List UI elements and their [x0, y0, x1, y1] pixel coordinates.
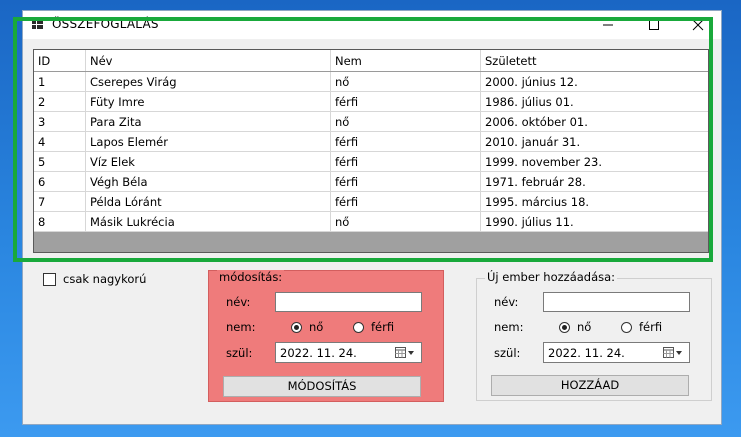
- cell-name[interactable]: Másik Lukrécia: [85, 211, 331, 232]
- cell-name[interactable]: Végh Béla: [85, 171, 331, 192]
- add-gender-label: nem:: [494, 320, 524, 334]
- cell-name[interactable]: Lapos Elemér: [85, 131, 331, 152]
- calendar-icon[interactable]: [663, 347, 683, 359]
- people-table: ID Név Nem Született 1 Cserepes Virág nő…: [34, 50, 708, 232]
- column-header-name[interactable]: Név: [85, 50, 331, 72]
- add-name-input[interactable]: [543, 292, 690, 312]
- cell-id[interactable]: 2: [34, 91, 86, 112]
- table-row[interactable]: 3 Para Zita nő 2006. október 01.: [34, 111, 708, 132]
- cell-born[interactable]: 1999. november 23.: [480, 151, 708, 172]
- cell-id[interactable]: 4: [34, 131, 86, 152]
- add-gender-female-label[interactable]: nő: [577, 320, 591, 334]
- adult-filter-label[interactable]: csak nagykorú: [63, 272, 146, 286]
- cell-gender[interactable]: férfi: [330, 131, 481, 152]
- edit-gender-female-label[interactable]: nő: [309, 320, 323, 334]
- cell-gender[interactable]: nő: [330, 71, 481, 92]
- cell-gender[interactable]: férfi: [330, 151, 481, 172]
- cell-born[interactable]: 2010. január 31.: [480, 131, 708, 152]
- add-birth-label: szül:: [494, 346, 521, 360]
- cell-id[interactable]: 6: [34, 171, 86, 192]
- cell-name[interactable]: Füty Imre: [85, 91, 331, 112]
- cell-id[interactable]: 5: [34, 151, 86, 172]
- cell-name[interactable]: Víz Elek: [85, 151, 331, 172]
- cell-gender[interactable]: férfi: [330, 91, 481, 112]
- window-title: ÖSSZEFOGLALÁS: [52, 17, 159, 31]
- minimize-button[interactable]: [585, 11, 631, 39]
- checkbox-box[interactable]: [43, 273, 56, 286]
- cell-born[interactable]: 2000. június 12.: [480, 71, 708, 92]
- edit-gender-label: nem:: [226, 320, 256, 334]
- table-row[interactable]: 8 Másik Lukrécia nő 1990. július 11.: [34, 211, 708, 232]
- cell-born[interactable]: 1986. július 01.: [480, 91, 708, 112]
- add-gender-male-radio[interactable]: [621, 322, 632, 333]
- edit-birth-datepicker[interactable]: 2022. 11. 24.: [275, 342, 422, 363]
- maximize-button[interactable]: [631, 11, 677, 39]
- add-button[interactable]: HOZZÁAD: [491, 375, 689, 396]
- add-person-panel: Új ember hozzáadása: név: nem: nő férfi …: [476, 270, 712, 401]
- cell-gender[interactable]: férfi: [330, 171, 481, 192]
- table-row[interactable]: 4 Lapos Elemér férfi 2010. január 31.: [34, 131, 708, 152]
- cell-id[interactable]: 1: [34, 71, 86, 92]
- edit-gender-female-radio[interactable]: [291, 322, 302, 333]
- close-icon: [692, 19, 704, 31]
- people-grid[interactable]: ID Név Nem Született 1 Cserepes Virág nő…: [33, 49, 709, 253]
- close-button[interactable]: [675, 11, 721, 39]
- table-header-row: ID Név Nem Született: [34, 50, 708, 72]
- edit-name-label: név:: [226, 295, 251, 309]
- cell-gender[interactable]: nő: [330, 211, 481, 232]
- cell-id[interactable]: 3: [34, 111, 86, 132]
- cell-name[interactable]: Példa Lóránt: [85, 191, 331, 212]
- column-header-id[interactable]: ID: [34, 50, 86, 72]
- add-birth-value: 2022. 11. 24.: [548, 346, 625, 360]
- add-gender-female-radio[interactable]: [559, 322, 570, 333]
- app-window: ÖSSZEFOGLALÁS ID Név Nem Született 1 Cse…: [22, 10, 722, 425]
- cell-gender[interactable]: nő: [330, 111, 481, 132]
- title-bar[interactable]: ÖSSZEFOGLALÁS: [23, 11, 721, 39]
- cell-born[interactable]: 1971. február 28.: [480, 171, 708, 192]
- cell-id[interactable]: 8: [34, 211, 86, 232]
- cell-id[interactable]: 7: [34, 191, 86, 212]
- edit-gender-male-label[interactable]: férfi: [371, 320, 394, 334]
- edit-panel-legend: módosítás:: [217, 270, 285, 284]
- column-header-born[interactable]: Született: [480, 50, 708, 72]
- cell-name[interactable]: Cserepes Virág: [85, 71, 331, 92]
- edit-gender-male-radio[interactable]: [353, 322, 364, 333]
- edit-name-input[interactable]: [275, 292, 422, 312]
- add-birth-datepicker[interactable]: 2022. 11. 24.: [543, 342, 690, 363]
- calendar-icon[interactable]: [395, 347, 415, 359]
- app-icon: [32, 20, 43, 29]
- table-row[interactable]: 1 Cserepes Virág nő 2000. június 12.: [34, 71, 708, 92]
- edit-panel: módosítás: név: nem: nő férfi szül: 2022…: [208, 270, 444, 402]
- cell-born[interactable]: 2006. október 01.: [480, 111, 708, 132]
- add-panel-legend: Új ember hozzáadása:: [485, 270, 618, 284]
- cell-born[interactable]: 1995. március 18.: [480, 191, 708, 212]
- edit-birth-value: 2022. 11. 24.: [280, 346, 357, 360]
- add-name-label: név:: [494, 295, 519, 309]
- table-row[interactable]: 2 Füty Imre férfi 1986. július 01.: [34, 91, 708, 112]
- modify-button[interactable]: MÓDOSÍTÁS: [223, 376, 421, 397]
- cell-name[interactable]: Para Zita: [85, 111, 331, 132]
- cell-born[interactable]: 1990. július 11.: [480, 211, 708, 232]
- add-gender-male-label[interactable]: férfi: [639, 320, 662, 334]
- column-header-gender[interactable]: Nem: [330, 50, 481, 72]
- minimize-icon: [603, 24, 613, 26]
- table-row[interactable]: 5 Víz Elek férfi 1999. november 23.: [34, 151, 708, 172]
- table-row[interactable]: 7 Példa Lóránt férfi 1995. március 18.: [34, 191, 708, 212]
- maximize-icon: [649, 20, 659, 30]
- table-row[interactable]: 6 Végh Béla férfi 1971. február 28.: [34, 171, 708, 192]
- edit-birth-label: szül:: [226, 346, 253, 360]
- cell-gender[interactable]: férfi: [330, 191, 481, 212]
